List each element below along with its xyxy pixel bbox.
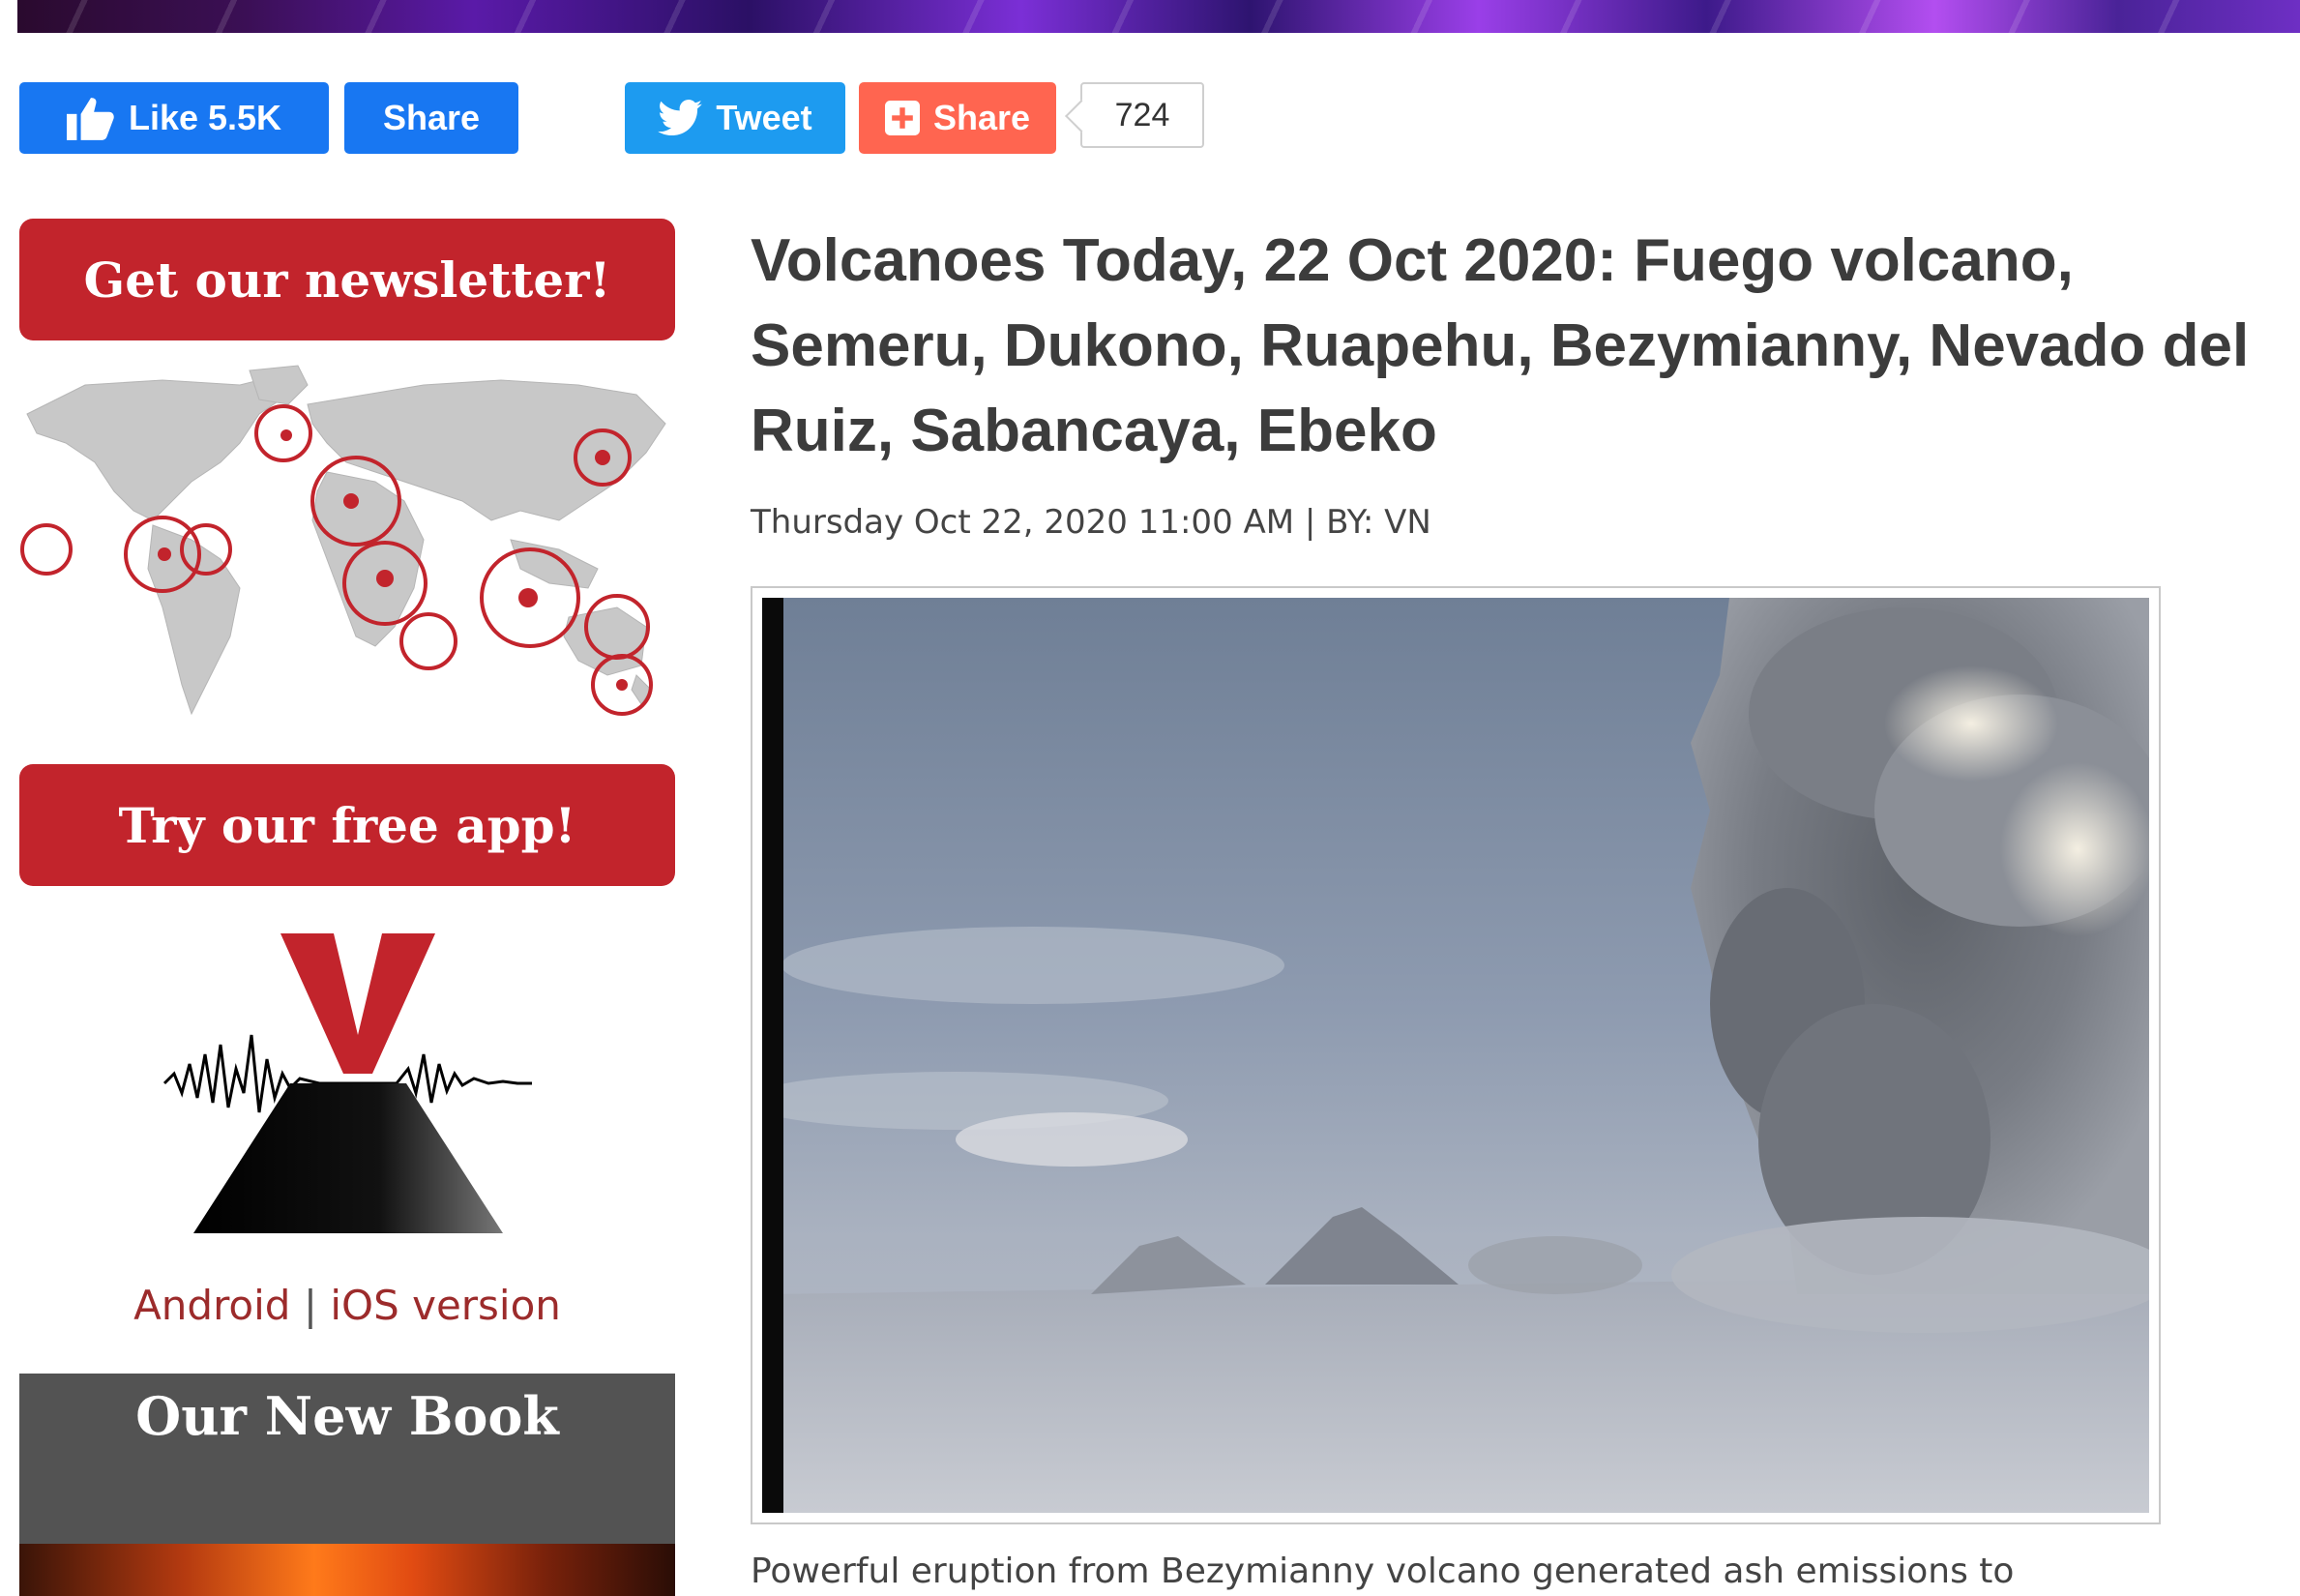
- top-banner: [17, 0, 2300, 33]
- ios-link[interactable]: iOS version: [330, 1282, 561, 1329]
- free-app-label: Try our free app!: [118, 796, 576, 854]
- facebook-like-button[interactable]: Like 5.5K: [19, 82, 329, 154]
- addthis-share-button[interactable]: Share: [859, 82, 1056, 154]
- facebook-like-label: Like 5.5K: [128, 98, 282, 137]
- article-meta: Thursday Oct 22, 2020 11:00 AM | BY: VN: [751, 503, 1431, 542]
- app-links: Android | iOS version: [19, 1282, 675, 1329]
- android-link[interactable]: Android: [133, 1282, 290, 1329]
- tweet-button[interactable]: Tweet: [625, 82, 845, 154]
- twitter-bird-icon: [658, 100, 703, 136]
- book-cover-image[interactable]: [19, 1544, 675, 1596]
- article-caption: Powerful eruption from Bezymianny volcan…: [751, 1552, 2015, 1591]
- thumbs-up-icon: [66, 98, 114, 140]
- book-title: Our New Book: [135, 1385, 559, 1447]
- eruption-photo: [762, 598, 2149, 1513]
- free-app-button[interactable]: Try our free app!: [19, 764, 675, 886]
- tweet-label: Tweet: [716, 98, 812, 137]
- new-book-panel[interactable]: Our New Book: [19, 1374, 675, 1596]
- app-links-separator: |: [303, 1282, 317, 1329]
- share-count-badge: 724: [1080, 82, 1204, 148]
- app-logo: [155, 929, 542, 1248]
- share-count: 724: [1114, 96, 1170, 133]
- addthis-share-label: Share: [932, 98, 1031, 137]
- newsletter-label: Get our newsletter!: [83, 251, 611, 309]
- article-title: Volcanoes Today, 22 Oct 2020: Fuego volc…: [751, 227, 2250, 464]
- article-photo[interactable]: [751, 586, 2161, 1524]
- newsletter-button[interactable]: Get our newsletter!: [19, 219, 675, 340]
- world-volcano-map[interactable]: [17, 356, 677, 733]
- plus-square-icon: [884, 101, 920, 135]
- facebook-share-button[interactable]: Share: [344, 82, 518, 154]
- facebook-share-label: Share: [382, 98, 481, 137]
